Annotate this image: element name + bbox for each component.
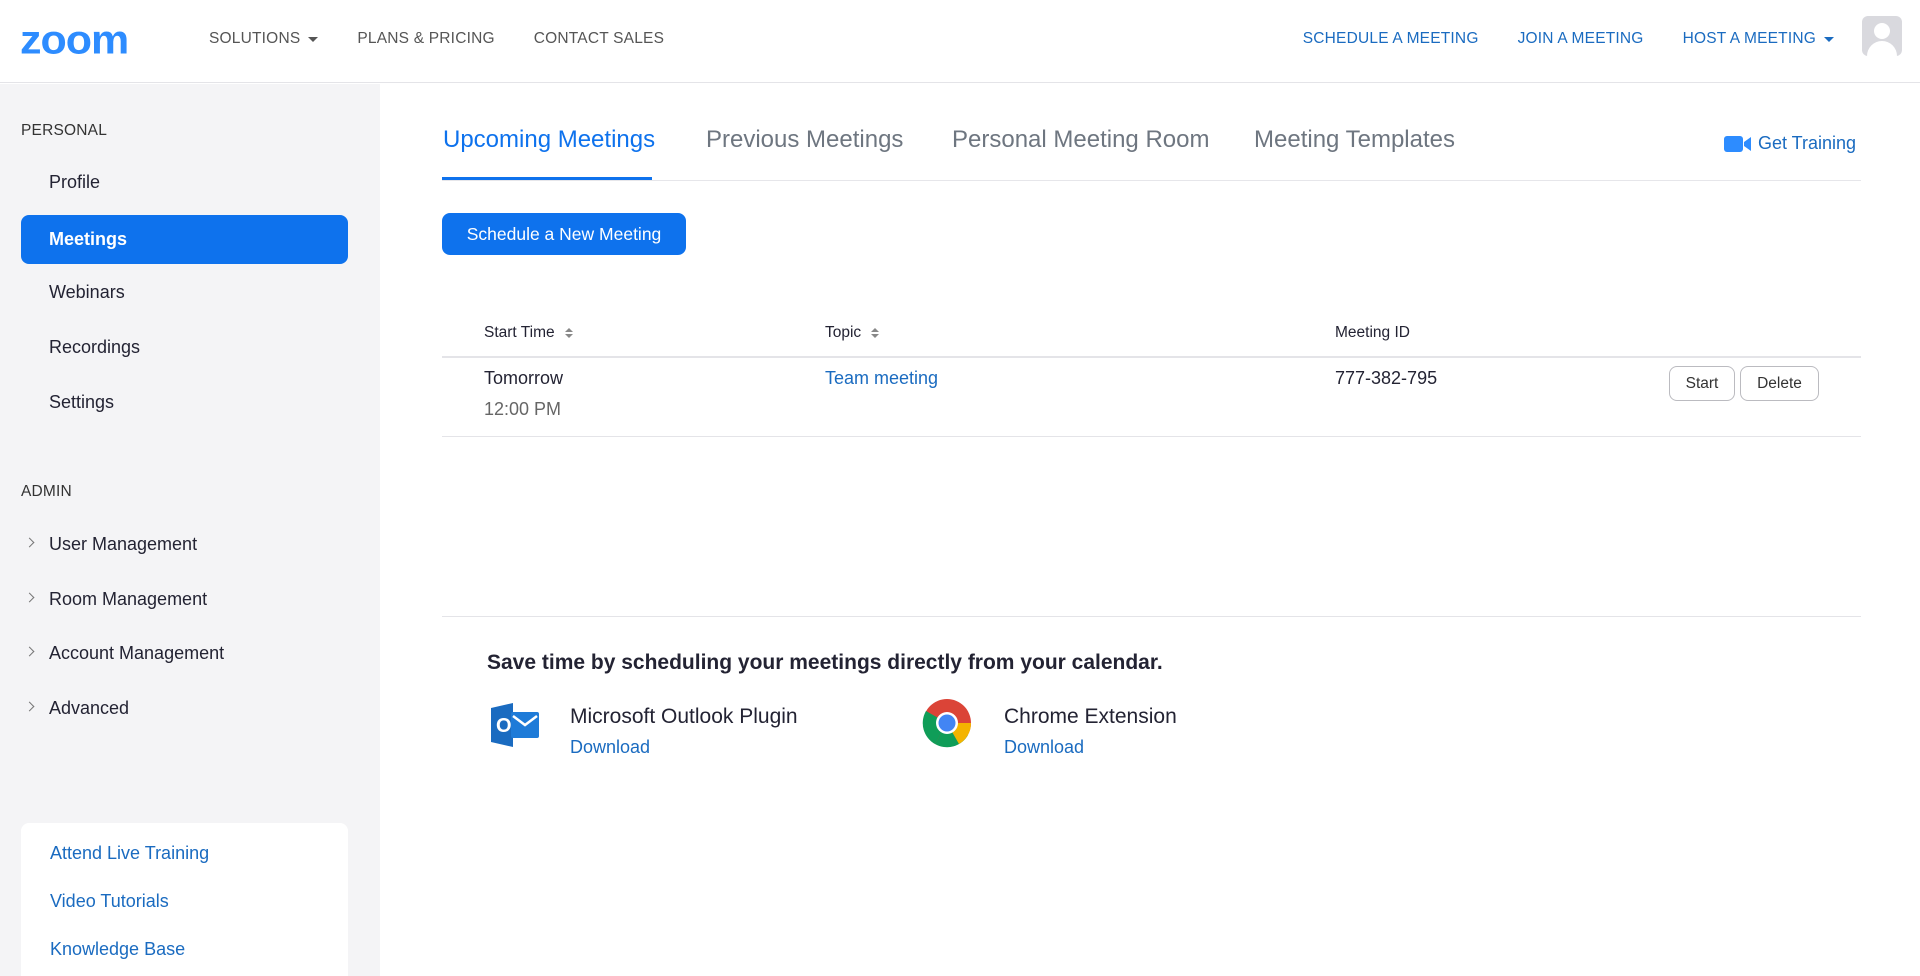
sidebar-item-label: Account Management xyxy=(49,643,225,663)
nav-solutions-label: SOLUTIONS xyxy=(209,30,301,47)
delete-button[interactable]: Delete xyxy=(1740,366,1819,401)
chevron-right-icon xyxy=(24,701,35,712)
video-camera-icon xyxy=(1723,135,1752,153)
sidebar-item-room-management[interactable]: Room Management xyxy=(21,575,348,624)
outlook-icon: O xyxy=(487,697,541,756)
section-title-admin: ADMIN xyxy=(21,483,72,500)
nav-contact-sales[interactable]: CONTACT SALES xyxy=(534,30,664,48)
sort-icon xyxy=(564,328,573,338)
logo-text: zoom xyxy=(20,17,129,63)
primary-nav: SOLUTIONS PLANS & PRICING CONTACT SALES xyxy=(209,30,703,48)
chevron-right-icon xyxy=(24,646,35,657)
nav-host-meeting[interactable]: HOST A MEETING xyxy=(1683,30,1834,48)
nav-host-label: HOST A MEETING xyxy=(1682,30,1816,47)
link-video-tutorials[interactable]: Video Tutorials xyxy=(50,891,169,912)
meeting-topic-link[interactable]: Team meeting xyxy=(825,368,938,389)
sidebar-item-profile[interactable]: Profile xyxy=(21,158,348,207)
table-header: Start Time Topic Meeting ID xyxy=(442,310,1861,358)
sidebar-item-account-management[interactable]: Account Management xyxy=(21,629,348,678)
sidebar-item-label: User Management xyxy=(49,534,198,554)
caret-down-icon xyxy=(1824,36,1834,42)
chrome-download-link[interactable]: Download xyxy=(1004,737,1084,758)
outlook-plugin-name: Microsoft Outlook Plugin xyxy=(570,705,798,728)
schedule-new-meeting-button[interactable]: Schedule a New Meeting xyxy=(442,213,686,255)
svg-text:O: O xyxy=(496,715,512,737)
sidebar-item-label: Settings xyxy=(49,392,115,412)
start-button[interactable]: Start xyxy=(1669,366,1735,401)
top-header: zoom SOLUTIONS PLANS & PRICING CONTACT S… xyxy=(0,0,1920,83)
sidebar-item-label: Advanced xyxy=(49,698,130,718)
meeting-time: 12:00 PM xyxy=(484,399,562,419)
sidebar-item-recordings[interactable]: Recordings xyxy=(21,323,348,372)
sidebar-item-label: Meetings xyxy=(49,229,128,249)
section-title-personal: PERSONAL xyxy=(21,122,108,139)
get-training-label: Get Training xyxy=(1757,133,1856,153)
nav-plans-pricing[interactable]: PLANS & PRICING xyxy=(357,30,494,48)
outlook-download-link[interactable]: Download xyxy=(570,737,650,758)
help-links-panel: Attend Live Training Video Tutorials Kno… xyxy=(21,823,348,976)
sidebar-item-label: Webinars xyxy=(49,282,125,302)
link-knowledge-base[interactable]: Knowledge Base xyxy=(50,939,185,960)
sidebar-item-label: Room Management xyxy=(49,589,208,609)
avatar-head xyxy=(1874,23,1890,39)
column-header-label: Start Time xyxy=(484,324,555,341)
tab-personal-meeting-room[interactable]: Personal Meeting Room xyxy=(952,126,1209,154)
nav-join-meeting[interactable]: JOIN A MEETING xyxy=(1518,30,1644,48)
tab-upcoming-meetings[interactable]: Upcoming Meetings xyxy=(443,126,655,154)
sidebar-item-user-management[interactable]: User Management xyxy=(21,520,348,569)
column-header-label: Topic xyxy=(825,324,862,341)
avatar-body xyxy=(1867,41,1897,56)
chrome-extension-name: Chrome Extension xyxy=(1004,705,1177,728)
table-row: Tomorrow 12:00 PM Team meeting 777-382-7… xyxy=(442,358,1861,437)
chrome-icon xyxy=(921,697,973,754)
column-header-start-time[interactable]: Start Time xyxy=(484,324,573,342)
zoom-logo[interactable]: zoom xyxy=(20,17,166,63)
sidebar-item-webinars[interactable]: Webinars xyxy=(21,268,348,317)
caret-down-icon xyxy=(308,36,319,42)
meeting-day: Tomorrow xyxy=(484,368,564,388)
nav-plans-label: PLANS & PRICING xyxy=(357,30,495,47)
calendar-heading: Save time by scheduling your meetings di… xyxy=(487,651,1163,674)
tab-meeting-templates[interactable]: Meeting Templates xyxy=(1254,126,1455,154)
meetings-table: Start Time Topic Meeting ID Tomorrow 12:… xyxy=(442,310,1861,437)
sidebar: PERSONAL Profile Meetings Webinars Recor… xyxy=(0,84,380,976)
nav-join-label: JOIN A MEETING xyxy=(1517,30,1644,47)
user-avatar-icon[interactable] xyxy=(1862,16,1902,56)
calendar-integrations: Save time by scheduling your meetings di… xyxy=(442,616,1861,816)
meeting-id: 777-382-795 xyxy=(1335,368,1438,388)
column-header-topic[interactable]: Topic xyxy=(825,324,880,342)
action-nav: SCHEDULE A MEETING JOIN A MEETING HOST A… xyxy=(1264,30,1834,48)
chevron-right-icon xyxy=(24,537,35,548)
active-tab-indicator xyxy=(442,177,652,180)
sidebar-item-label: Profile xyxy=(49,172,101,192)
tab-previous-meetings[interactable]: Previous Meetings xyxy=(706,126,903,154)
chevron-right-icon xyxy=(24,592,35,603)
column-header-meeting-id: Meeting ID xyxy=(1335,324,1410,342)
nav-schedule-meeting[interactable]: SCHEDULE A MEETING xyxy=(1303,30,1479,48)
sort-icon xyxy=(871,328,880,338)
sidebar-item-meetings[interactable]: Meetings xyxy=(21,215,348,264)
sidebar-item-label: Recordings xyxy=(49,337,141,357)
get-training-link[interactable]: Get Training xyxy=(1723,133,1856,154)
sidebar-item-settings[interactable]: Settings xyxy=(21,378,348,427)
nav-contact-label: CONTACT SALES xyxy=(533,30,665,47)
sidebar-item-advanced[interactable]: Advanced xyxy=(21,684,348,733)
nav-solutions[interactable]: SOLUTIONS xyxy=(209,30,319,48)
column-header-label: Meeting ID xyxy=(1335,324,1410,341)
link-attend-live-training[interactable]: Attend Live Training xyxy=(50,843,209,864)
nav-schedule-label: SCHEDULE A MEETING xyxy=(1302,30,1479,47)
meetings-tabs: Upcoming Meetings Previous Meetings Pers… xyxy=(442,120,1861,181)
